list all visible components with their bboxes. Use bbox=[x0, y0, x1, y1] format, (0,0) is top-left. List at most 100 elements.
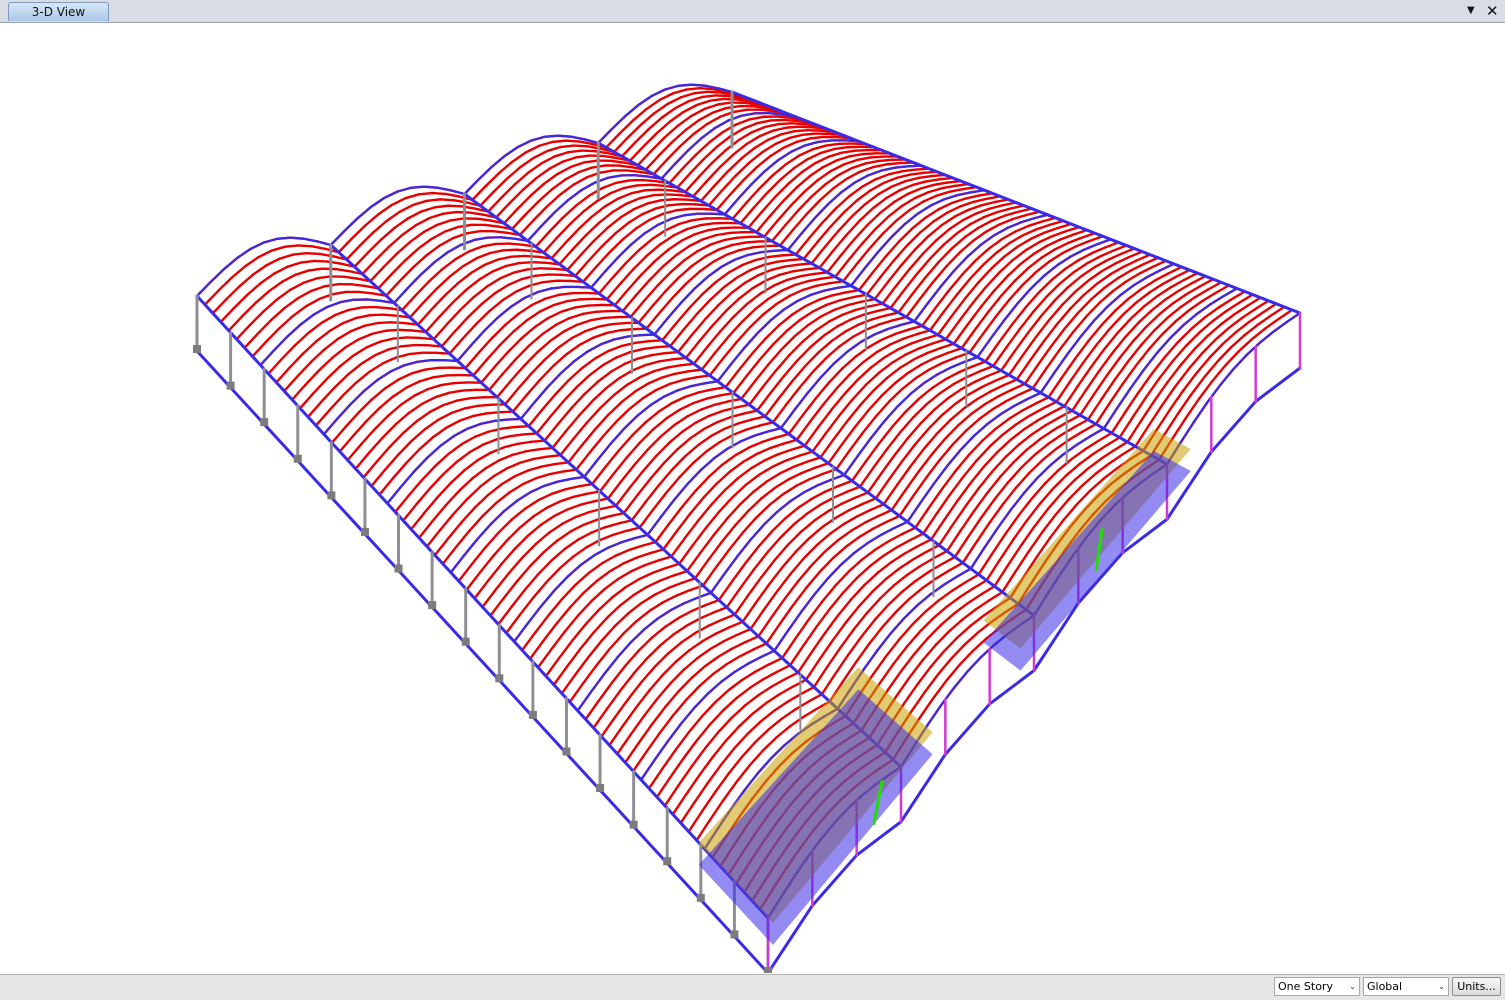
roof-beam bbox=[790, 646, 803, 666]
roof-beam bbox=[566, 415, 579, 431]
roof-beam bbox=[637, 185, 650, 186]
roof-beam bbox=[427, 530, 440, 547]
roof-beam bbox=[903, 378, 916, 389]
ground-girder bbox=[990, 671, 1034, 704]
frame-girder bbox=[1134, 277, 1147, 285]
frame-girder bbox=[694, 694, 707, 708]
roof-beam bbox=[938, 317, 951, 335]
roof-beam bbox=[1033, 369, 1046, 388]
frame-girder bbox=[387, 487, 400, 503]
roof-beam bbox=[549, 524, 562, 533]
frame-girder bbox=[778, 152, 791, 161]
roof-beam bbox=[726, 298, 739, 311]
roof-beam bbox=[936, 229, 949, 240]
roof-beam bbox=[838, 599, 851, 615]
roof-beam bbox=[842, 357, 855, 369]
roof-beam bbox=[489, 374, 502, 390]
close-icon[interactable]: ✕ bbox=[1486, 1, 1499, 21]
roof-beam bbox=[1011, 429, 1024, 439]
frame-girder bbox=[844, 456, 857, 475]
frame-girder bbox=[364, 380, 377, 391]
roof-beam bbox=[1045, 470, 1058, 483]
roof-beam bbox=[710, 800, 723, 820]
roof-beam bbox=[615, 223, 628, 234]
roof-beam bbox=[781, 168, 794, 179]
roof-beam bbox=[667, 365, 680, 367]
roof-beam bbox=[245, 257, 258, 266]
roof-beam bbox=[659, 142, 672, 156]
coordinate-system-select[interactable]: Global ⌄ bbox=[1363, 977, 1449, 996]
units-button[interactable]: Units... bbox=[1452, 977, 1501, 996]
roof-beam bbox=[639, 307, 652, 323]
frame-girder bbox=[534, 387, 547, 402]
roof-beam bbox=[923, 196, 936, 202]
roof-beam bbox=[804, 180, 817, 192]
frame-girder bbox=[1287, 313, 1300, 322]
roof-beam bbox=[515, 470, 528, 476]
roof-beam bbox=[744, 411, 757, 414]
roof-beam bbox=[981, 202, 994, 205]
roof-beam bbox=[814, 667, 827, 687]
roof-beam bbox=[312, 246, 325, 249]
roof-beam bbox=[370, 267, 383, 281]
roof-beam bbox=[565, 616, 578, 632]
roof-beam bbox=[628, 682, 641, 699]
roof-beam bbox=[574, 146, 587, 147]
roof-beam bbox=[735, 596, 748, 615]
roof-beam bbox=[875, 282, 888, 299]
roof-beam bbox=[666, 618, 679, 627]
roof-beam bbox=[586, 609, 599, 623]
roof-beam bbox=[627, 377, 640, 385]
roof-beam bbox=[471, 265, 484, 273]
roof-beam bbox=[757, 120, 770, 123]
roof-beam bbox=[916, 428, 929, 443]
roof-beam bbox=[697, 101, 710, 105]
frame-girder bbox=[528, 226, 541, 241]
roof-beam bbox=[387, 212, 400, 221]
roof-beam bbox=[1075, 341, 1088, 359]
roof-beam bbox=[745, 636, 758, 642]
roof-beam bbox=[697, 244, 710, 251]
roof-beam bbox=[796, 538, 809, 551]
roof-beam bbox=[838, 530, 851, 540]
roof-beam bbox=[514, 269, 527, 272]
roof-beam bbox=[1136, 349, 1149, 366]
roof-beam bbox=[1189, 353, 1202, 369]
roof-beam bbox=[335, 374, 348, 387]
roof-beam bbox=[686, 88, 699, 89]
roof-beam bbox=[836, 510, 849, 517]
roof-beam bbox=[455, 252, 468, 260]
frame-girder bbox=[411, 187, 424, 188]
roof-beam bbox=[1099, 291, 1112, 303]
roof-beam bbox=[664, 126, 677, 138]
roof-beam bbox=[608, 481, 621, 498]
frame-girder bbox=[1224, 288, 1237, 296]
roof-beam bbox=[902, 581, 915, 592]
3d-model-viewport[interactable] bbox=[0, 23, 1505, 973]
roof-beam bbox=[702, 353, 715, 370]
roof-beam bbox=[638, 151, 651, 165]
roof-beam bbox=[905, 399, 918, 412]
roof-beam bbox=[605, 199, 618, 207]
roof-beam bbox=[728, 322, 741, 337]
roof-beam bbox=[915, 508, 928, 528]
roof-beam bbox=[575, 657, 588, 675]
roof-beam bbox=[939, 591, 952, 601]
story-select[interactable]: One Story ⌄ bbox=[1274, 977, 1360, 996]
roof-beam bbox=[706, 600, 719, 605]
roof-beam bbox=[836, 156, 849, 160]
roof-beam bbox=[673, 283, 686, 297]
frame-girder bbox=[1090, 429, 1103, 437]
roof-beam bbox=[928, 625, 941, 638]
roof-beam bbox=[747, 293, 760, 303]
roof-beam bbox=[612, 263, 625, 278]
dropdown-arrow-icon[interactable]: ▼ bbox=[1467, 1, 1475, 21]
roof-beam bbox=[919, 388, 932, 399]
roof-beam bbox=[1014, 333, 1027, 351]
roof-beam bbox=[990, 434, 1003, 446]
roof-beam bbox=[1026, 504, 1039, 521]
roof-beam bbox=[1125, 322, 1138, 336]
tab-3d-view[interactable]: 3-D View bbox=[8, 2, 109, 21]
roof-beam bbox=[883, 612, 896, 627]
roof-beam bbox=[1202, 293, 1215, 301]
